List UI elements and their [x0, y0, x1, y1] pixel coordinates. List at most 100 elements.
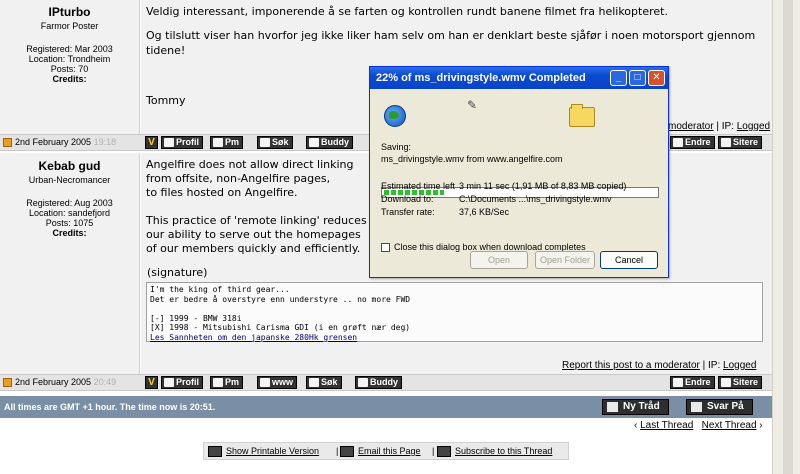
- post1-user-info: Registered: Mar 2003 Location: Trondheim…: [0, 44, 139, 84]
- profile-icon: [164, 138, 174, 147]
- edit-icon: [673, 378, 683, 387]
- saving-value: ms_drivingstyle.wmv from www.angelfire.c…: [381, 154, 563, 164]
- post2-line: Angelfire does not allow direct linking: [146, 158, 354, 171]
- close-button[interactable]: ✕: [648, 70, 665, 86]
- post1-signoff: Tommy: [146, 94, 186, 107]
- email-link[interactable]: Email this Page: [358, 446, 421, 456]
- new-thread-button[interactable]: Ny Tråd: [602, 399, 669, 415]
- next-thread-link[interactable]: Next Thread: [702, 420, 757, 431]
- email-item[interactable]: Email this Page: [340, 446, 421, 458]
- globe-icon: [384, 105, 406, 127]
- download-to-value: C:\Documents ...\ms_drivingstyle.wmv: [459, 194, 612, 204]
- post2-buddy-button[interactable]: Buddy: [355, 376, 402, 389]
- sig-line: Det er bedre å overstyre enn understyre …: [150, 294, 411, 304]
- post1-logged-link[interactable]: Logged: [737, 121, 770, 132]
- post1-pm-button[interactable]: Pm: [210, 136, 244, 149]
- thread-nav: ‹ Last Thread Next Thread ›: [634, 420, 763, 431]
- post1-registered: Registered: Mar 2003: [26, 44, 113, 54]
- post1-line1: Veldig interessant, imponerende å se far…: [146, 5, 668, 18]
- post-status-icon: [3, 138, 12, 148]
- post1-user-title: Farmor Poster: [40, 21, 99, 31]
- home-icon: [260, 378, 270, 387]
- subscribe-item[interactable]: Subscribe to this Thread: [437, 446, 552, 458]
- subscribe-link[interactable]: Subscribe to this Thread: [455, 446, 552, 456]
- flying-paper-icon: ✎: [467, 98, 478, 112]
- tools-sep: |: [336, 446, 339, 456]
- post2-www-button[interactable]: www: [257, 376, 298, 389]
- post2-location: Location: sandefjord: [28, 208, 111, 218]
- open-folder-button[interactable]: Open Folder: [535, 251, 595, 269]
- post1-username[interactable]: IPturbo: [0, 5, 139, 19]
- page-scrollbar[interactable]: [772, 0, 800, 474]
- sig-line: I'm the king of third gear...: [150, 285, 290, 294]
- time-text: All times are GMT +1 hour. The time now …: [4, 402, 216, 412]
- post1-line2: Og tilslutt viser han hvorfor jeg ikke l…: [146, 29, 756, 42]
- minimize-button[interactable]: _: [610, 70, 627, 86]
- post2-credits: Credits:: [52, 228, 87, 238]
- post1-sok-button[interactable]: Søk: [257, 136, 293, 149]
- quote-icon: [721, 378, 731, 387]
- post1-ip-label: | IP:: [716, 121, 734, 132]
- printable-item[interactable]: Show Printable Version: [208, 446, 319, 458]
- time-left-label: Estimated time left: [381, 181, 456, 191]
- post1-line3: tidene!: [146, 44, 186, 57]
- post1-v-button[interactable]: V: [145, 136, 158, 149]
- post2-pm-button[interactable]: Pm: [210, 376, 244, 389]
- post2-signature-label: (signature): [147, 266, 208, 279]
- post1-endre-button[interactable]: Endre: [670, 136, 715, 149]
- quote-icon: [721, 138, 731, 147]
- post1-profil-button[interactable]: Profil: [161, 136, 204, 149]
- post2-username[interactable]: Kebab gud: [0, 159, 139, 173]
- post1-report-link[interactable]: moderator: [668, 121, 714, 132]
- prev-arrow-icon: ‹: [634, 420, 638, 431]
- post2-ip-label: | IP:: [702, 360, 721, 371]
- printable-link[interactable]: Show Printable Version: [226, 446, 319, 456]
- sig-line-blank: [150, 304, 759, 314]
- post2-message: Angelfire does not allow direct linking …: [146, 158, 386, 256]
- post1-date: 2nd February 2005 19:18: [3, 137, 117, 148]
- reply-button[interactable]: Svar På: [686, 399, 753, 415]
- thread-tools: Show Printable Version | Email this Page…: [203, 442, 569, 460]
- post2-line-blank: [146, 200, 386, 214]
- post2-posts: Posts: 1075: [45, 218, 94, 228]
- last-thread-link[interactable]: Last Thread: [640, 420, 693, 431]
- buddy-icon: [309, 138, 319, 147]
- post2-line: our ability to serve out the homepages: [146, 228, 361, 241]
- new-thread-icon: [607, 402, 618, 412]
- tools-sep: |: [432, 446, 435, 456]
- post2-v-button[interactable]: V: [145, 376, 158, 389]
- search-icon: [260, 138, 270, 147]
- post2-logged-link[interactable]: Logged: [723, 360, 756, 371]
- post1-time: 19:18: [93, 137, 117, 147]
- post-status-icon: [3, 378, 12, 388]
- post2-action-bar: 2nd February 2005 20:49 V Profil Pm www …: [0, 374, 772, 391]
- post1-buddy-button[interactable]: Buddy: [306, 136, 353, 149]
- post2-sok-button[interactable]: Søk: [306, 376, 342, 389]
- open-button[interactable]: Open: [470, 251, 528, 269]
- post2-report: Report this post to a moderator | IP: Lo…: [562, 360, 756, 371]
- transfer-rate-value: 37,6 KB/Sec: [459, 207, 510, 217]
- maximize-button[interactable]: □: [629, 70, 646, 86]
- cancel-button[interactable]: Cancel: [600, 251, 658, 269]
- post2-time: 20:49: [93, 377, 117, 387]
- dialog-title: 22% of ms_drivingstyle.wmv Completed: [376, 72, 586, 84]
- edit-icon: [673, 138, 683, 147]
- post2-report-link[interactable]: Report this post to a moderator: [562, 360, 700, 371]
- post2-line: This practice of 'remote linking' reduce…: [146, 214, 367, 227]
- post2-profil-button[interactable]: Profil: [161, 376, 204, 389]
- dialog-titlebar[interactable]: 22% of ms_drivingstyle.wmv Completed _ □…: [370, 67, 668, 89]
- post2-sitere-button[interactable]: Sitere: [718, 376, 763, 389]
- post1-posts: Posts: 70: [50, 64, 89, 74]
- sig-link[interactable]: Les Sannheten om den japanske 280Hk gren…: [150, 333, 357, 342]
- checkbox-box[interactable]: [381, 243, 390, 253]
- subscribe-icon: [437, 446, 451, 458]
- scrollbar-track[interactable]: [783, 0, 793, 474]
- post2-endre-button[interactable]: Endre: [670, 376, 715, 389]
- post1-sitere-button[interactable]: Sitere: [718, 136, 763, 149]
- download-to-label: Download to:: [381, 194, 434, 204]
- buddy-icon: [358, 378, 368, 387]
- post2-user-info: Registered: Aug 2003 Location: sandefjor…: [0, 198, 139, 238]
- post1-date-text: 2nd February 2005: [15, 137, 92, 147]
- time-left-value: 3 min 11 sec (1,91 MB of 8,83 MB copied): [459, 181, 627, 191]
- post2-signature-box: I'm the king of third gear... Det er bed…: [146, 282, 763, 342]
